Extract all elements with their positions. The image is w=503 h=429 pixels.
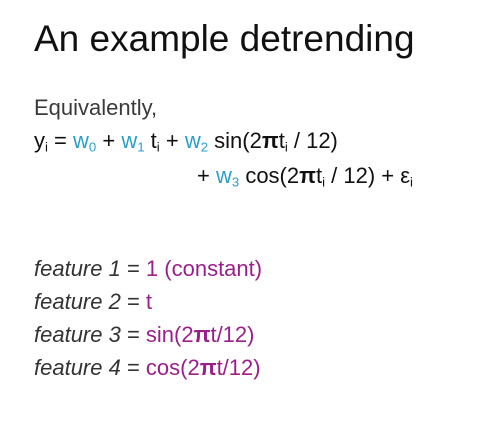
eq-w3: w3 — [215, 163, 240, 190]
eq-plus-2: + — [159, 128, 185, 153]
feature-value: 1 (constant) — [145, 256, 263, 281]
eq-w2: w2 — [184, 128, 209, 155]
slide: An example detrending Equivalently, yi =… — [0, 0, 503, 429]
feature-equals: = — [120, 256, 146, 281]
eq-sin-term: sin(2πti / 12) — [208, 128, 338, 155]
feature-name: feature 4 — [34, 355, 121, 380]
feature-name: feature 3 — [34, 322, 121, 347]
feature-value: t — [145, 289, 153, 314]
feature-item-3: feature 3 = sin(2πt/12) — [34, 318, 262, 351]
eq-w1: w1 — [121, 128, 145, 155]
equation-line-1: yi = w0 + w1 ti + w2 sin(2πti / 12) — [34, 128, 338, 154]
intro-text: Equivalently, — [34, 95, 158, 120]
feature-equals: = — [120, 289, 146, 314]
slide-title: An example detrending — [34, 18, 415, 59]
eq-t: ti — [144, 128, 160, 155]
eq-plus-3: + — [197, 163, 216, 188]
feature-item-4: feature 4 = cos(2πt/12) — [34, 351, 262, 384]
feature-value: cos(2πt/12) — [145, 355, 261, 380]
eq-cos-term: cos(2πti / 12) + εi — [239, 163, 413, 190]
eq-plus-1: + — [96, 128, 122, 153]
feature-list: feature 1 = 1 (constant) feature 2 = t f… — [34, 252, 262, 384]
feature-item-2: feature 2 = t — [34, 285, 262, 318]
eq-equals: = — [47, 128, 74, 153]
eq-w0: w0 — [73, 128, 97, 155]
equation-line-2: + w3 cos(2πti / 12) + εi — [197, 163, 413, 189]
feature-item-1: feature 1 = 1 (constant) — [34, 252, 262, 285]
feature-equals: = — [120, 322, 146, 347]
feature-equals: = — [120, 355, 146, 380]
feature-name: feature 2 — [34, 289, 121, 314]
feature-name: feature 1 — [34, 256, 121, 281]
feature-value: sin(2πt/12) — [145, 322, 255, 347]
eq-y: y — [34, 128, 45, 153]
